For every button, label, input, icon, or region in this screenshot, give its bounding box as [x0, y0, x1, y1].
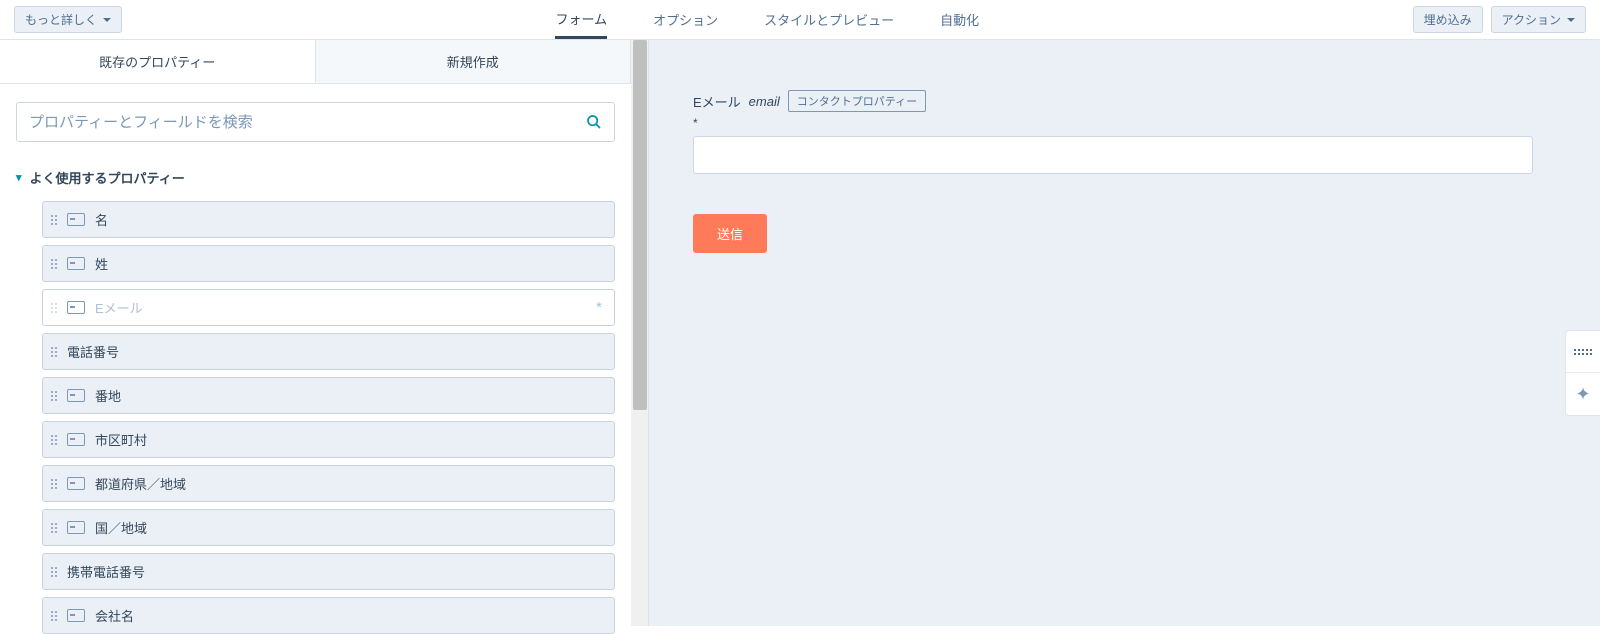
required-asterisk: *	[596, 299, 602, 316]
subtabs: 既存のプロパティー 新規作成	[0, 40, 631, 84]
search-input[interactable]	[29, 114, 586, 131]
topbar: もっと詳しく フォーム オプション スタイルとプレビュー 自動化 埋め込み アク…	[0, 0, 1600, 40]
tab-label: オプション	[653, 10, 718, 29]
property-item[interactable]: 姓	[42, 245, 615, 282]
drag-handle-icon	[51, 567, 57, 577]
group-header[interactable]: ▾ よく使用するプロパティー	[0, 150, 631, 201]
property-label: 姓	[95, 254, 108, 273]
action-label: アクション	[1502, 11, 1561, 28]
tab-options[interactable]: オプション	[653, 0, 718, 39]
property-item[interactable]: 会社名	[42, 597, 615, 634]
text-field-icon	[67, 433, 85, 446]
more-details-button[interactable]: もっと詳しく	[14, 6, 122, 33]
drag-handle-icon	[51, 435, 57, 445]
field-tag: コンタクトプロパティー	[788, 90, 926, 112]
subtab-label: 新規作成	[447, 55, 499, 70]
search[interactable]	[16, 102, 615, 142]
property-label: 名	[95, 210, 108, 229]
property-item[interactable]: 都道府県／地域	[42, 465, 615, 502]
property-item[interactable]: 市区町村	[42, 421, 615, 458]
tab-form[interactable]: フォーム	[555, 0, 607, 39]
tab-label: フォーム	[555, 9, 607, 28]
property-item[interactable]: 名	[42, 201, 615, 238]
text-field-icon	[67, 521, 85, 534]
drag-handle-icon	[51, 479, 57, 489]
drag-handle-icon	[51, 347, 57, 357]
submit-button[interactable]: 送信	[693, 214, 767, 253]
text-field-icon	[67, 389, 85, 402]
required-indicator: *	[693, 116, 1533, 130]
property-label: 電話番号	[67, 342, 119, 361]
property-label: Eメール	[95, 298, 143, 317]
group-title: よく使用するプロパティー	[30, 168, 185, 187]
property-item[interactable]: 携帯電話番号	[42, 553, 615, 590]
more-details-label: もっと詳しく	[25, 11, 97, 28]
sparkle-icon[interactable]: ✦	[1566, 373, 1600, 415]
search-icon	[586, 114, 602, 130]
tab-label: 自動化	[940, 10, 979, 29]
property-item[interactable]: 番地	[42, 377, 615, 414]
property-label: 国／地域	[95, 518, 147, 537]
drag-handle-icon	[51, 215, 57, 225]
property-label: 都道府県／地域	[95, 474, 186, 493]
embed-label: 埋め込み	[1424, 11, 1472, 28]
drag-handle-icon	[51, 259, 57, 269]
property-item[interactable]: 国／地域	[42, 509, 615, 546]
chevron-down-icon	[1567, 18, 1575, 22]
float-panel: ✦	[1565, 330, 1600, 416]
property-list: 名姓 Eメール * 電話番号番地市区町村都道府県／地域国／地域携帯電話番号会社名	[0, 201, 631, 634]
search-wrap	[0, 84, 631, 150]
drag-handle-icon	[51, 611, 57, 621]
tab-label: スタイルとプレビュー	[764, 10, 894, 29]
property-label: 携帯電話番号	[67, 562, 145, 581]
drag-handle-icon	[51, 303, 57, 313]
drag-handle-icon	[51, 391, 57, 401]
chevron-down-icon: ▾	[16, 171, 22, 184]
form-canvas: Eメール email コンタクトプロパティー * 送信 ✦	[649, 40, 1600, 626]
submit-label: 送信	[717, 227, 743, 242]
subtab-existing[interactable]: 既存のプロパティー	[0, 40, 316, 83]
tab-automation[interactable]: 自動化	[940, 0, 979, 39]
grid-icon[interactable]	[1566, 331, 1600, 373]
property-item[interactable]: 電話番号	[42, 333, 615, 370]
text-field-icon	[67, 609, 85, 622]
subtab-new[interactable]: 新規作成	[316, 40, 632, 83]
scrollbar-thumb[interactable]	[633, 40, 647, 410]
field-code: email	[749, 94, 780, 109]
main: 既存のプロパティー 新規作成 ▾ よく使用するプロパティー 名姓 Eメール * 電話番…	[0, 40, 1600, 626]
property-label: 番地	[95, 386, 121, 405]
property-item: Eメール *	[42, 289, 615, 326]
top-nav: フォーム オプション スタイルとプレビュー 自動化	[122, 0, 1413, 39]
form-field-email[interactable]: Eメール email コンタクトプロパティー *	[693, 90, 1533, 174]
text-field-icon	[67, 213, 85, 226]
action-button[interactable]: アクション	[1491, 6, 1586, 33]
topbar-right: 埋め込み アクション	[1413, 6, 1586, 33]
text-field-icon	[67, 301, 85, 314]
field-label: Eメール	[693, 92, 741, 111]
property-label: 会社名	[95, 606, 134, 625]
subtab-label: 既存のプロパティー	[99, 55, 215, 70]
email-field[interactable]	[693, 136, 1533, 174]
text-field-icon	[67, 257, 85, 270]
chevron-down-icon	[103, 18, 111, 22]
tab-style-preview[interactable]: スタイルとプレビュー	[764, 0, 894, 39]
text-field-icon	[67, 477, 85, 490]
property-label: 市区町村	[95, 430, 147, 449]
drag-handle-icon	[51, 523, 57, 533]
scrollbar[interactable]	[631, 40, 649, 626]
sidebar: 既存のプロパティー 新規作成 ▾ よく使用するプロパティー 名姓 Eメール * 電話番…	[0, 40, 631, 626]
embed-button[interactable]: 埋め込み	[1413, 6, 1483, 33]
field-label-row: Eメール email コンタクトプロパティー	[693, 90, 1533, 112]
